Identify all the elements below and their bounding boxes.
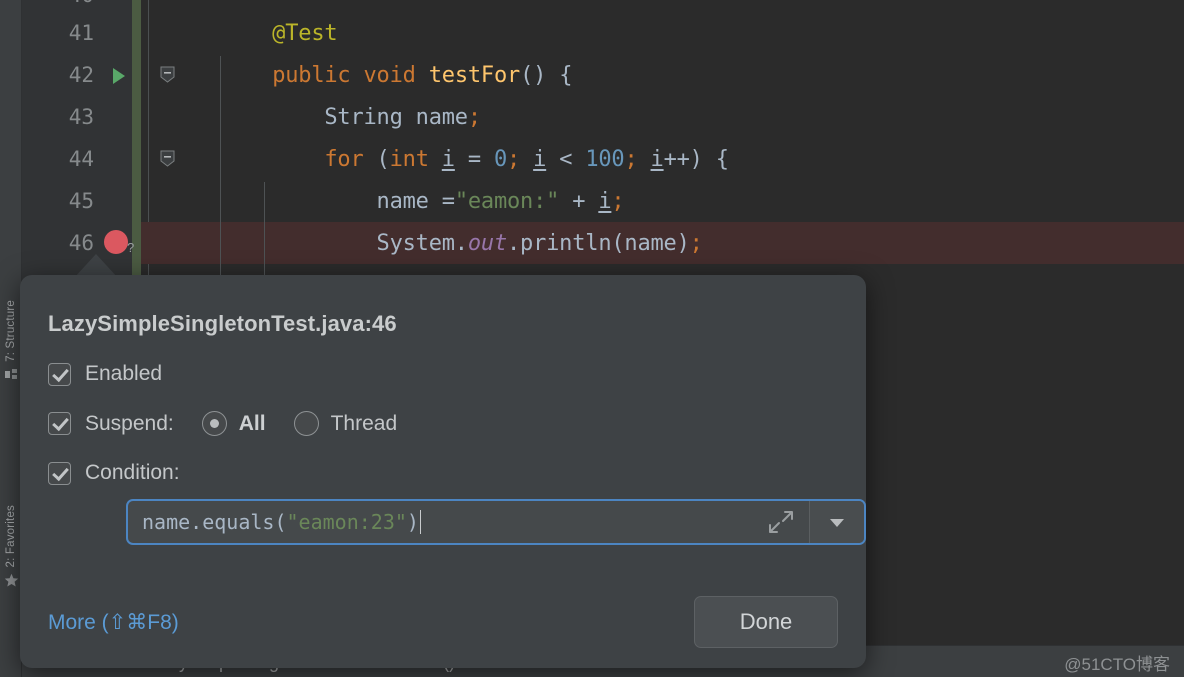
code-token: 0	[493, 146, 508, 172]
condition-checkbox[interactable]	[48, 461, 71, 485]
code-token: .println(name)	[507, 230, 690, 256]
watermark: @51CTO博客	[1064, 655, 1170, 674]
line-code-6: System.out.println(name);	[220, 231, 703, 256]
code-token: void	[363, 62, 416, 88]
condition-value-suffix: )	[406, 510, 419, 534]
condition-input-wrapper[interactable]: name.equals("eamon:23")	[126, 499, 866, 545]
code-token: () {	[520, 62, 573, 88]
enabled-label: Enabled	[85, 362, 163, 385]
code-token: ;	[467, 104, 481, 130]
code-token: ++) {	[663, 146, 729, 172]
condition-value-prefix: name.equals(	[142, 510, 287, 534]
expand-editor-button[interactable]	[752, 501, 810, 543]
sidebar-item-favorites-label: 2: Favorites	[5, 505, 17, 568]
code-token: i	[441, 146, 455, 172]
code-token: ;	[611, 188, 625, 214]
suspend-row: Suspend: All Thread	[48, 411, 838, 436]
sidebar-item-favorites[interactable]: 2: Favorites	[0, 505, 22, 588]
code-token: "eamon:"	[454, 188, 560, 214]
sidebar-item-structure-label: 7: Structure	[5, 300, 17, 362]
code-line-breakpoint[interactable]: 46 System.out.println(name);	[22, 222, 1184, 264]
line-number: 43	[68, 105, 94, 129]
text-caret	[419, 510, 421, 534]
condition-history-dropdown[interactable]	[810, 501, 864, 543]
line-code-4: for (int i = 0; i < 100; i++) {	[220, 147, 729, 172]
suspend-label: Suspend:	[85, 411, 174, 435]
code-token: 100	[585, 146, 625, 172]
popup-title: LazySimpleSingletonTest.java:46	[48, 311, 397, 336]
suspend-all-radio[interactable]	[201, 411, 227, 436]
sidebar-item-structure[interactable]: 7: Structure	[0, 300, 22, 381]
code-token: i	[650, 146, 664, 172]
condition-value-string: "eamon:23"	[286, 510, 407, 534]
code-token: for	[324, 146, 364, 172]
line-code-2: public void testFor() {	[220, 63, 572, 88]
left-tool-strip: 7: Structure 2: Favorites	[0, 0, 22, 677]
done-button[interactable]: Done	[694, 596, 838, 648]
code-line[interactable]: 43 String name;	[22, 96, 1184, 138]
line-number: 45	[68, 189, 94, 213]
condition-input[interactable]: name.equals("eamon:23")	[128, 510, 752, 534]
line-number: 46	[68, 231, 94, 255]
star-icon	[4, 574, 18, 587]
code-token: i	[533, 146, 547, 172]
more-link[interactable]: More (⇧⌘F8)	[48, 610, 179, 635]
structure-icon	[4, 368, 17, 379]
code-token: String name	[220, 104, 468, 130]
expand-arrows-icon	[768, 511, 793, 533]
enabled-checkbox[interactable]	[48, 362, 71, 386]
line-number: 42	[68, 63, 94, 87]
suspend-thread-label[interactable]: Thread	[331, 412, 398, 436]
condition-label: Condition:	[85, 461, 180, 484]
code-token: i	[598, 188, 612, 214]
chevron-down-icon	[830, 519, 844, 527]
code-token: ;	[507, 146, 521, 172]
popup-footer: More (⇧⌘F8) Done	[48, 596, 838, 648]
code-token: +	[559, 188, 599, 214]
code-token: =	[454, 146, 494, 172]
code-token: ;	[624, 146, 638, 172]
suspend-checkbox[interactable]	[48, 412, 71, 435]
code-token: ;	[689, 230, 703, 256]
code-token: out	[467, 230, 507, 256]
code-token: public	[272, 62, 351, 88]
line-number: 41	[68, 21, 94, 45]
code-token: (	[363, 146, 390, 172]
enabled-row: Enabled	[48, 362, 838, 386]
code-token: System.	[220, 230, 469, 256]
code-token: testFor	[428, 62, 521, 88]
line-code-1: @Test	[220, 21, 337, 46]
code-line[interactable]: 45 name ="eamon:" + i;	[22, 180, 1184, 222]
breakpoint-settings-popup: LazySimpleSingletonTest.java:46 Enabled …	[20, 275, 866, 668]
code-line[interactable]: 41 @Test	[22, 12, 1184, 54]
ide-window: ? 40 41 @Test 42 public void testFor() {…	[0, 0, 1184, 677]
line-number: 44	[68, 147, 94, 171]
condition-row: Condition:	[48, 461, 838, 485]
code-token: name =	[220, 188, 455, 214]
code-line[interactable]: 42 public void testFor() {	[22, 54, 1184, 96]
suspend-thread-radio[interactable]	[293, 411, 319, 436]
code-line[interactable]: 44 for (int i = 0; i < 100; i++) {	[22, 138, 1184, 180]
line-number: 40	[22, 0, 94, 7]
line-code-5: name ="eamon:" + i;	[220, 188, 625, 214]
code-token: @Test	[220, 20, 338, 46]
code-token: <	[546, 146, 586, 172]
code-token: int	[389, 146, 429, 172]
suspend-all-label[interactable]: All	[239, 412, 266, 436]
line-code-3: String name;	[220, 105, 481, 130]
